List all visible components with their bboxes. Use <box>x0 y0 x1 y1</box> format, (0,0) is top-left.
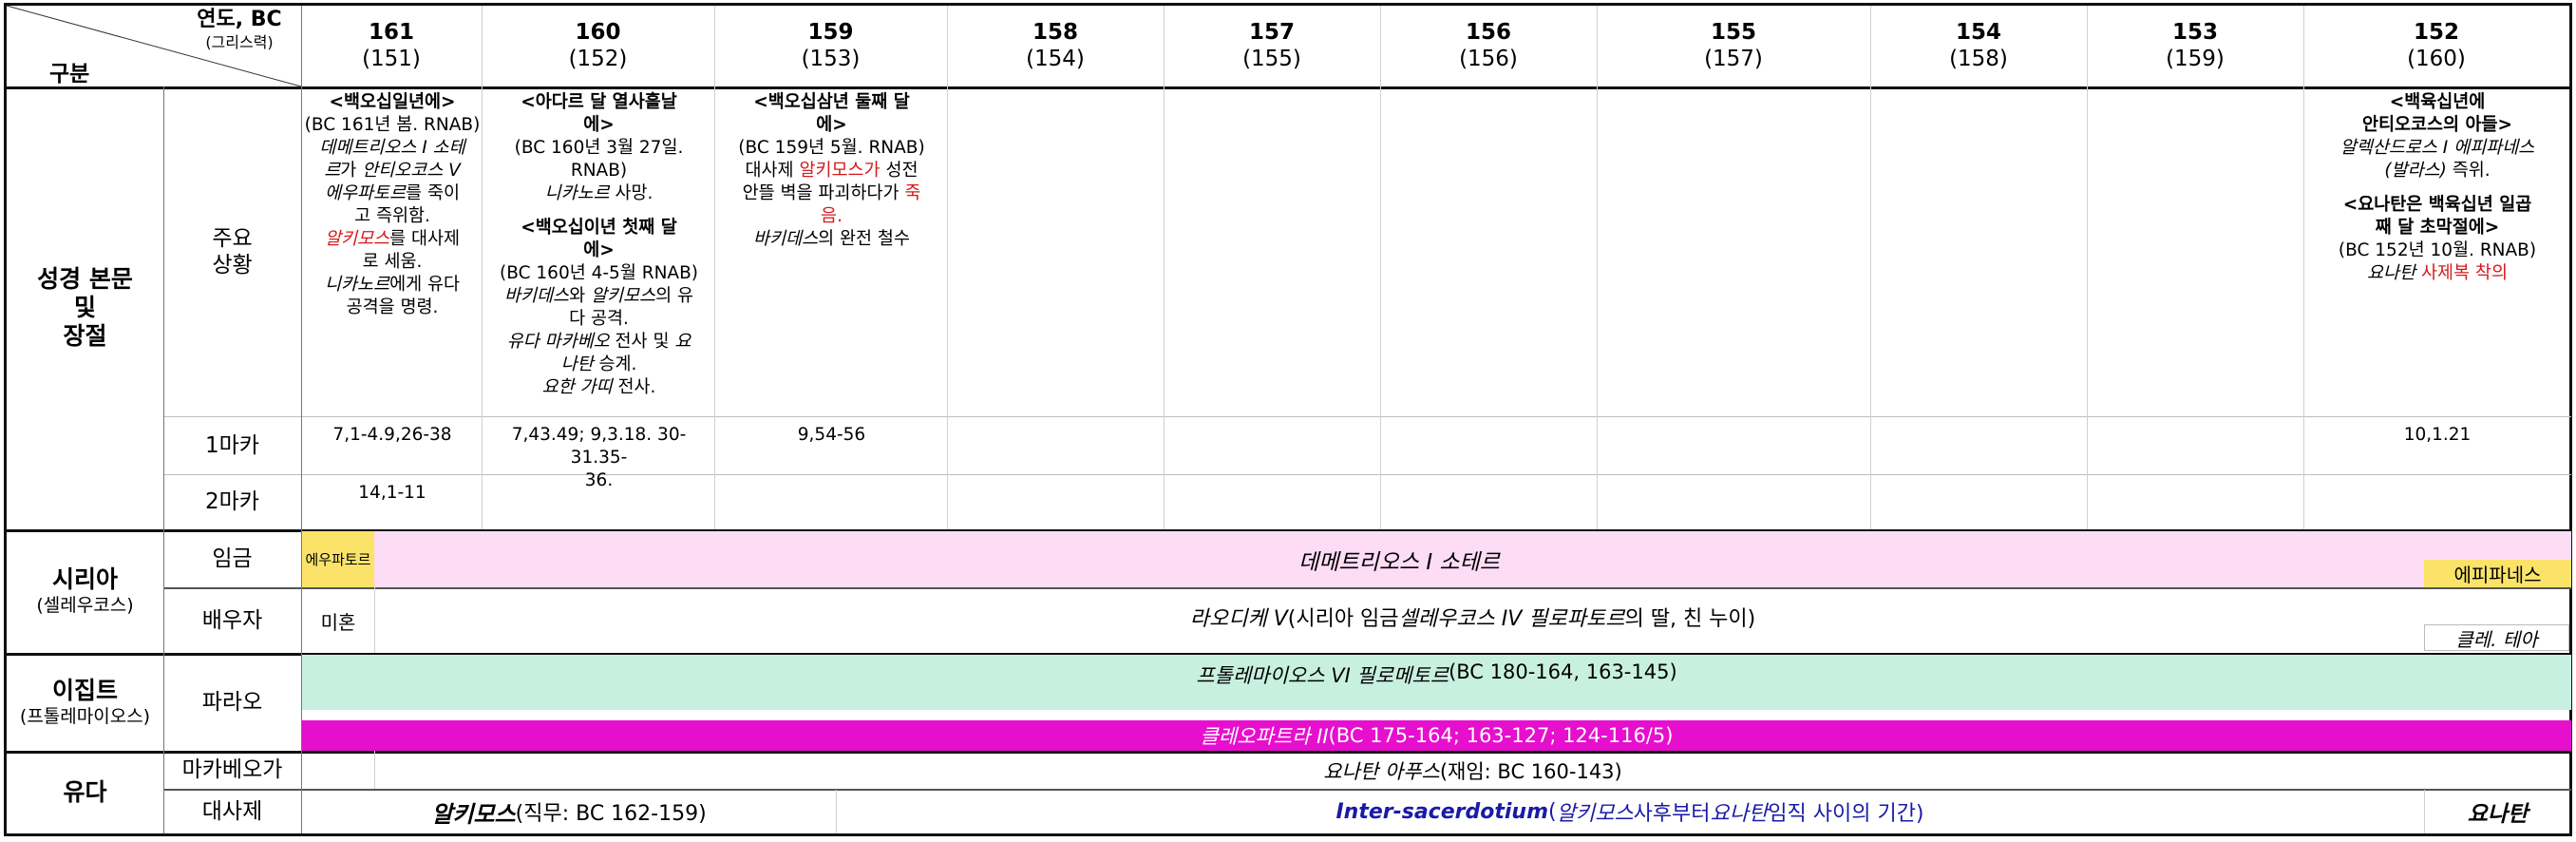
row-label-king: 임금 <box>212 545 253 571</box>
chronology-table: 연도, BC (그리스력) 구분 161 (151) 160 (152) 159 (1… <box>4 3 2572 836</box>
event-159: <백오십삼년 둘째 달 에> (BC 159년 5월. RNAB) 대사제 알키… <box>738 92 925 249</box>
queen-cleopatra-ii-bar: 클레오파트라 II (BC 175-164; 163-127; 124-116/… <box>302 720 2571 751</box>
high-priest-alcimus: 알키모스 (직무: BC 162-159) <box>431 800 707 828</box>
row-label-maccabean: 마카베오가 <box>181 757 283 782</box>
event-160: <아다르 달 열사흘날 에> (BC 160년 3월 27일. RNAB) 니카… <box>500 92 698 397</box>
spouse-unmarried: 미혼 <box>320 610 356 634</box>
ref-1mac-160: 7,43.49; 9,3.18. 30-31.35- 36. <box>511 425 687 490</box>
group-syria: 시리아 (셀레우코스) <box>36 565 134 616</box>
ref-2mac-161: 14,1-11 <box>358 483 426 503</box>
king-epiphanes-bar: 에피파네스 <box>2424 560 2571 587</box>
ref-1mac-152: 10,1.21 <box>2403 425 2472 445</box>
event-152: <백육십년에 안티오코스의 아들> 알렉산드로스 I 에피파네스 (발라스) 즉… <box>2338 92 2537 283</box>
year-header-157: 157 (155) <box>1242 20 1301 71</box>
row-label-spouse: 배우자 <box>201 607 263 633</box>
group-judah: 유다 <box>63 777 107 806</box>
col-line <box>1597 6 1598 529</box>
group-egypt: 이집트 (프톨레마이오스) <box>19 676 151 727</box>
row-label-1-maccabees: 1마카 <box>205 432 259 458</box>
col-line <box>2303 6 2304 529</box>
event-161: <백오십일년에> (BC 161년 봄. RNAB) 데메트리오스 I 소테 르… <box>304 92 481 317</box>
year-header-153: 153 (159) <box>2166 20 2225 71</box>
ref-1mac-161: 7,1-4.9,26-38 <box>332 425 452 445</box>
row-label-pharaoh: 파라오 <box>201 689 263 715</box>
spouse-cleopatra-thea: 클레. 테아 <box>2424 624 2569 651</box>
greek-calendar-label: (그리스력) <box>205 33 274 51</box>
inter-sacerdotium-period: Inter-sacerdotium (알키모스 사후부터 요나탄 임직 사이의 … <box>1335 799 1924 827</box>
year-header-158: 158 (154) <box>1026 20 1085 71</box>
row-line <box>163 587 2571 589</box>
year-header-159: 159 (153) <box>801 20 861 71</box>
row-label-2-maccabees: 2마카 <box>205 489 259 514</box>
maccabean-jonathan-apphus: 요나탄 아푸스 (재임: BC 160-143) <box>1323 759 1622 783</box>
year-header-160: 160 (152) <box>568 20 628 71</box>
king-demetrius-bar-tail <box>2424 531 2571 560</box>
col-line <box>1164 6 1165 529</box>
row-line <box>163 416 2571 417</box>
year-header-154: 154 (158) <box>1949 20 2008 71</box>
year-header-156: 156 (156) <box>1459 20 1518 71</box>
col-line <box>714 6 715 529</box>
year-header-161: 161 (151) <box>362 20 421 71</box>
col-line <box>2087 6 2088 529</box>
col-line <box>1380 6 1381 529</box>
category-label: 구분 <box>49 62 90 86</box>
year-header-155: 155 (157) <box>1704 20 1763 71</box>
high-priest-jonathan: 요나탄 <box>2467 802 2529 827</box>
king-demetrius-bar: 데메트리오스 I 소테르 <box>374 531 2424 587</box>
row-label-high-priest: 대사제 <box>201 798 263 824</box>
col-line <box>482 6 483 529</box>
row-label-main-situation: 주요 상황 <box>212 225 253 277</box>
spouse-laodice: 라오디케 V (시리아 임금 셀레우코스 IV 필로파토르 의 딸, 친 누이) <box>1189 607 1756 631</box>
col-line <box>1870 6 1871 529</box>
header-bottom-border <box>7 86 2571 89</box>
group-bible-texts: 성경 본문 및 장절 <box>37 265 133 350</box>
year-header-152: 152 (160) <box>2407 20 2466 71</box>
col-line <box>947 6 948 529</box>
pharaoh-ptolemy-vi-bar: 프톨레마이오스 VI 필로메토르 (BC 180-164, 163-145) <box>302 655 2571 710</box>
king-eupator-bar: 에우파토르 <box>302 531 374 587</box>
year-label: 연도, BC <box>197 8 282 31</box>
ref-1mac-159: 9,54-56 <box>797 425 866 445</box>
